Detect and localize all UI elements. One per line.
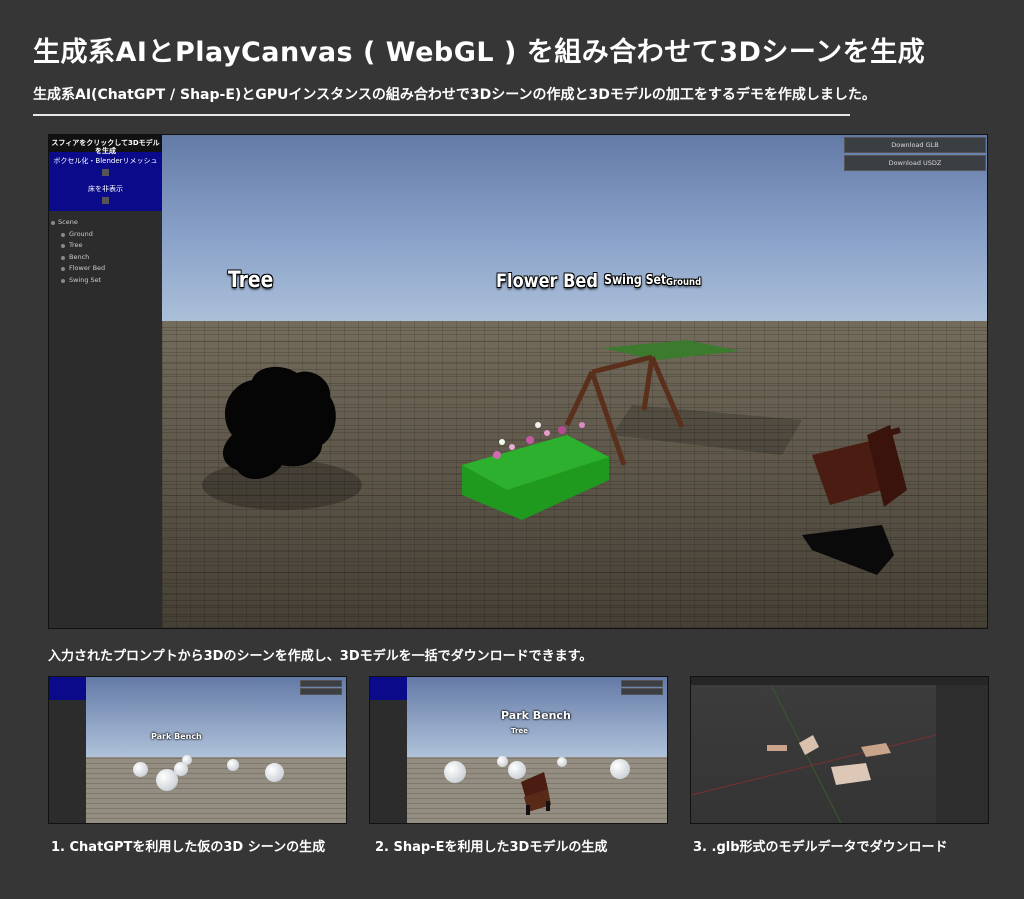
download-glb-button[interactable]: Download GLB bbox=[844, 137, 986, 153]
panel-title: スフィアをクリックして3Dモデルを生成 bbox=[49, 135, 162, 155]
thumbnail-caption-3: 3. .glb形式のモデルデータでダウンロード bbox=[693, 840, 948, 855]
label-swing-set: Swing Set bbox=[604, 273, 667, 288]
placeholder-sphere bbox=[444, 761, 466, 783]
node-icon bbox=[61, 244, 65, 248]
hierarchy-item-swing-set[interactable]: Swing Set bbox=[49, 275, 162, 287]
main-viewer: スフィアをクリックして3Dモデルを生成 ボクセル化・Blenderリメッシュ 床… bbox=[48, 134, 988, 629]
voxelize-checkbox[interactable] bbox=[102, 169, 109, 176]
hierarchy-label: Ground bbox=[69, 229, 93, 238]
placeholder-sphere bbox=[557, 757, 567, 767]
thumb-side-panel bbox=[49, 677, 86, 823]
hierarchy-label: Scene bbox=[58, 218, 78, 226]
thumb-download-usdz-button bbox=[300, 688, 342, 695]
thumbnail-caption-2: 2. Shap-Eを利用した3Dモデルの生成 bbox=[375, 840, 608, 855]
title-divider bbox=[33, 114, 850, 116]
thumbnail-chatgpt-scene: Park Bench bbox=[48, 676, 347, 824]
page-subtitle: 生成系AI(ChatGPT / Shap-E)とGPUインスタンスの組み合わせで… bbox=[33, 87, 876, 103]
thumb-ground bbox=[86, 757, 346, 823]
placeholder-sphere bbox=[610, 759, 630, 779]
thumb-settings-panel bbox=[370, 677, 407, 700]
label-flower-bed: Flower Bed bbox=[496, 270, 598, 292]
page-title: 生成系AIとPlayCanvas ( WebGL ) を組み合わせて3Dシーンを… bbox=[33, 37, 926, 68]
bench-model bbox=[802, 425, 907, 575]
label-ground: Ground bbox=[666, 277, 702, 288]
swing-shadow bbox=[612, 405, 802, 455]
node-icon bbox=[61, 255, 65, 260]
generated-bench-model bbox=[521, 772, 551, 815]
hide-floor-option-label: 床を非表示 bbox=[88, 185, 123, 193]
main-caption: 入力されたプロンプトから3Dのシーンを作成し、3Dモデルを一括でダウンロードでき… bbox=[48, 649, 593, 664]
placeholder-sphere bbox=[227, 759, 239, 771]
thumb-side-panel bbox=[370, 677, 407, 823]
3d-canvas[interactable]: Download GLB Download USDZ Tree Flower B… bbox=[162, 135, 987, 628]
label-tree: Tree bbox=[228, 268, 274, 293]
hierarchy-label: Tree bbox=[69, 241, 83, 249]
download-usdz-button[interactable]: Download USDZ bbox=[844, 155, 986, 171]
hierarchy-item-tree[interactable]: Tree bbox=[49, 240, 162, 252]
thumbnail-caption-1: 1. ChatGPTを利用した仮の3D シーンの生成 bbox=[51, 840, 326, 855]
voxelize-option-label: ボクセル化・Blenderリメッシュ bbox=[53, 157, 158, 165]
tree-shadow bbox=[202, 460, 362, 510]
thumbnail-shap-e-model: Park Bench Tree bbox=[369, 676, 668, 824]
placeholder-sphere bbox=[182, 755, 192, 765]
hierarchy-label: Flower Bed bbox=[69, 264, 106, 272]
hide-floor-checkbox[interactable] bbox=[102, 197, 109, 204]
node-icon bbox=[61, 267, 65, 271]
thumb-settings-panel bbox=[49, 677, 86, 700]
placeholder-sphere bbox=[497, 756, 508, 767]
hierarchy-item-bench[interactable]: Bench bbox=[49, 252, 162, 264]
thumb-label-park-bench: Park Bench bbox=[501, 709, 571, 722]
blender-scene-objects bbox=[691, 685, 936, 823]
hierarchy-item-scene[interactable]: Scene bbox=[49, 217, 162, 229]
placeholder-sphere bbox=[265, 763, 284, 782]
thumb-download-usdz-button bbox=[621, 688, 663, 695]
thumb-download-glb-button bbox=[621, 680, 663, 687]
thumb-label-tree: Tree bbox=[511, 727, 528, 735]
thumbnail-blender-glb bbox=[690, 676, 989, 824]
thumb-download-glb-button bbox=[300, 680, 342, 687]
placeholder-sphere bbox=[133, 762, 148, 777]
swing-canopy bbox=[602, 340, 740, 360]
settings-panel: スフィアをクリックして3Dモデルを生成 ボクセル化・Blenderリメッシュ 床… bbox=[49, 135, 162, 211]
scene-objects bbox=[202, 340, 907, 575]
side-panel: スフィアをクリックして3Dモデルを生成 ボクセル化・Blenderリメッシュ 床… bbox=[49, 135, 162, 628]
node-icon bbox=[61, 232, 65, 237]
blender-properties-panel bbox=[935, 685, 988, 823]
node-icon bbox=[51, 221, 55, 225]
hierarchy-label: Bench bbox=[69, 252, 90, 261]
hierarchy-item-ground[interactable]: Ground bbox=[49, 229, 162, 241]
tree-model bbox=[222, 366, 336, 480]
thumb-label-park-bench: Park Bench bbox=[151, 732, 202, 741]
hierarchy-item-flower-bed[interactable]: Flower Bed bbox=[49, 263, 162, 275]
hierarchy-label: Swing Set bbox=[69, 275, 102, 284]
scene-hierarchy: Scene Ground Tree Bench Flower Bed Swing… bbox=[49, 217, 162, 286]
node-icon bbox=[61, 278, 65, 283]
blender-top-bar bbox=[691, 677, 988, 685]
